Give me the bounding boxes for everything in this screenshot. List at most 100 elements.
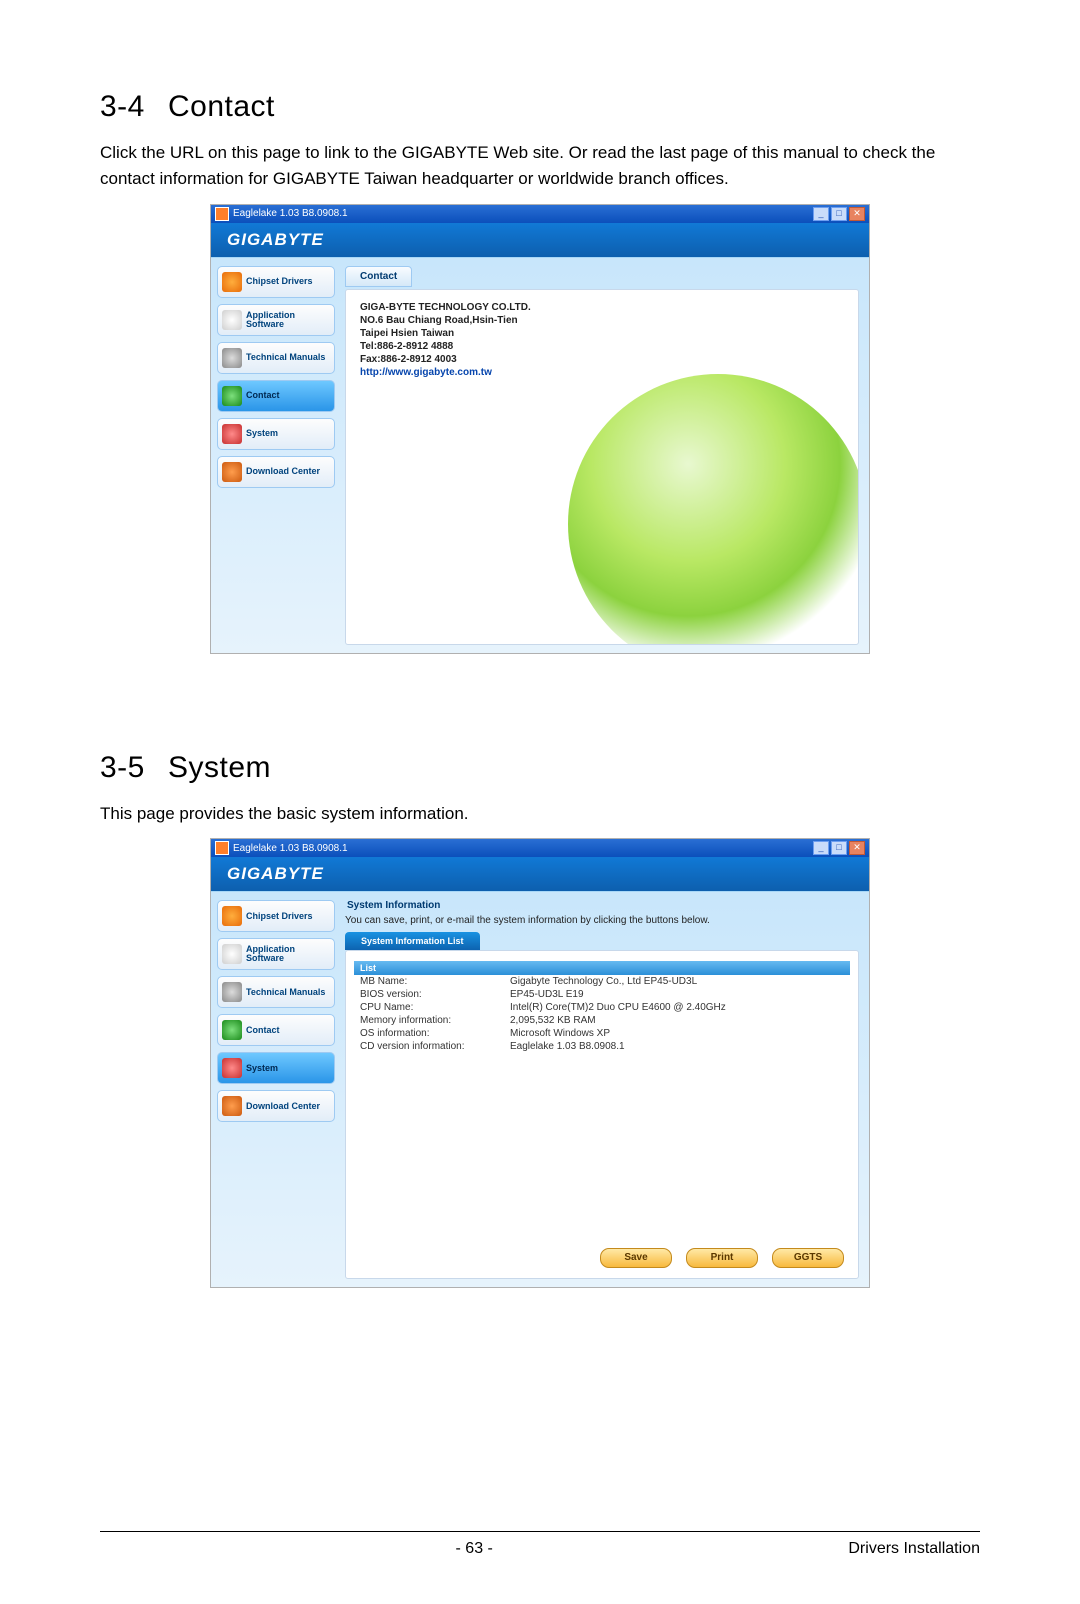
- system-icon: [222, 1058, 242, 1078]
- close-button[interactable]: ✕: [849, 207, 865, 221]
- ggts-button[interactable]: GGTS: [772, 1248, 844, 1268]
- tab-system-info-list[interactable]: System Information List: [345, 932, 480, 950]
- row-value: Intel(R) Core(TM)2 Duo CPU E4600 @ 2.40G…: [510, 1002, 726, 1013]
- brand-text: GIGABYTE: [227, 864, 324, 884]
- contact-tel: Tel:886-2-8912 4888: [360, 341, 844, 352]
- nav-label: Chipset Drivers: [246, 912, 313, 921]
- section-number: 3-5: [100, 751, 168, 785]
- row-key: MB Name:: [360, 976, 510, 987]
- nav-label: Technical Manuals: [246, 988, 325, 997]
- contact-fax: Fax:886-2-8912 4003: [360, 354, 844, 365]
- window-titlebar: Eaglelake 1.03 B8.0908.1 _ □ ✕: [211, 839, 869, 857]
- sidebar-item-application[interactable]: Application Software: [217, 938, 335, 970]
- footer-rule: [100, 1531, 980, 1532]
- brand-banner: GIGABYTE: [211, 223, 869, 257]
- row-value: Eaglelake 1.03 B8.0908.1: [510, 1041, 625, 1052]
- grid-header: List: [354, 961, 850, 975]
- row-key: BIOS version:: [360, 989, 510, 1000]
- contact-address2: Taipei Hsien Taiwan: [360, 328, 844, 339]
- nav-label: Download Center: [246, 1102, 320, 1111]
- nav-label: Technical Manuals: [246, 353, 325, 362]
- sidebar-item-chipset[interactable]: Chipset Drivers: [217, 900, 335, 932]
- brand-banner: GIGABYTE: [211, 857, 869, 891]
- table-row: OS information:Microsoft Windows XP: [354, 1027, 850, 1040]
- section-heading-contact: 3-4Contact: [100, 90, 980, 124]
- save-button[interactable]: Save: [600, 1248, 672, 1268]
- section-title: System: [168, 751, 271, 784]
- application-icon: [222, 944, 242, 964]
- table-row: CD version information:Eaglelake 1.03 B8…: [354, 1040, 850, 1053]
- manuals-icon: [222, 982, 242, 1002]
- system-info-desc: You can save, print, or e-mail the syste…: [345, 915, 859, 926]
- row-value: Microsoft Windows XP: [510, 1028, 610, 1039]
- row-key: Memory information:: [360, 1015, 510, 1026]
- minimize-button[interactable]: _: [813, 207, 829, 221]
- sidebar-item-download[interactable]: Download Center: [217, 456, 335, 488]
- window-titlebar: Eaglelake 1.03 B8.0908.1 _ □ ✕: [211, 205, 869, 223]
- row-value: EP45-UD3L E19: [510, 989, 584, 1000]
- close-button[interactable]: ✕: [849, 841, 865, 855]
- system-icon: [222, 424, 242, 444]
- nav-label: Contact: [246, 391, 280, 400]
- nav-label: System: [246, 429, 278, 438]
- system-panel: List MB Name:Gigabyte Technology Co., Lt…: [345, 950, 859, 1279]
- screenshot-contact: Eaglelake 1.03 B8.0908.1 _ □ ✕ GIGABYTE …: [211, 205, 869, 653]
- table-row: Memory information:2,095,532 KB RAM: [354, 1014, 850, 1027]
- sidebar-item-technical[interactable]: Technical Manuals: [217, 976, 335, 1008]
- sidebar-item-technical[interactable]: Technical Manuals: [217, 342, 335, 374]
- sidebar: Chipset Drivers Application Software Tec…: [211, 892, 341, 1287]
- table-row: BIOS version:EP45-UD3L E19: [354, 988, 850, 1001]
- row-key: OS information:: [360, 1028, 510, 1039]
- row-key: CD version information:: [360, 1041, 510, 1052]
- nav-label: Contact: [246, 1026, 280, 1035]
- chipset-icon: [222, 272, 242, 292]
- app-icon: [215, 841, 229, 855]
- section-heading-system: 3-5System: [100, 751, 980, 785]
- row-value: Gigabyte Technology Co., Ltd EP45-UD3L: [510, 976, 697, 987]
- sidebar-item-chipset[interactable]: Chipset Drivers: [217, 266, 335, 298]
- screenshot-system: Eaglelake 1.03 B8.0908.1 _ □ ✕ GIGABYTE …: [211, 839, 869, 1287]
- footer-section: Drivers Installation: [848, 1540, 980, 1558]
- manuals-icon: [222, 348, 242, 368]
- sidebar-item-system[interactable]: System: [217, 418, 335, 450]
- app-icon: [215, 207, 229, 221]
- nav-label: Chipset Drivers: [246, 277, 313, 286]
- maximize-button[interactable]: □: [831, 841, 847, 855]
- globe-icon: [222, 386, 242, 406]
- sidebar-item-system[interactable]: System: [217, 1052, 335, 1084]
- download-icon: [222, 462, 242, 482]
- contact-company: GIGA-BYTE TECHNOLOGY CO.LTD.: [360, 302, 844, 313]
- chipset-icon: [222, 906, 242, 926]
- nav-label: Application Software: [246, 311, 330, 329]
- section-number: 3-4: [100, 90, 168, 124]
- brand-text: GIGABYTE: [227, 230, 324, 250]
- sidebar-item-contact[interactable]: Contact: [217, 380, 335, 412]
- sidebar-item-contact[interactable]: Contact: [217, 1014, 335, 1046]
- download-icon: [222, 1096, 242, 1116]
- section-body-system: This page provides the basic system info…: [100, 801, 980, 827]
- row-value: 2,095,532 KB RAM: [510, 1015, 596, 1026]
- sidebar-item-download[interactable]: Download Center: [217, 1090, 335, 1122]
- sidebar: Chipset Drivers Application Software Tec…: [211, 258, 341, 653]
- contact-panel: GIGA-BYTE TECHNOLOGY CO.LTD. NO.6 Bau Ch…: [345, 289, 859, 645]
- system-info-heading: System Information: [347, 900, 859, 911]
- globe-icon: [222, 1020, 242, 1040]
- maximize-button[interactable]: □: [831, 207, 847, 221]
- window-title: Eaglelake 1.03 B8.0908.1: [233, 843, 348, 854]
- nav-label: Download Center: [246, 467, 320, 476]
- globe-graphic: [568, 374, 859, 645]
- nav-label: System: [246, 1064, 278, 1073]
- contact-address1: NO.6 Bau Chiang Road,Hsin-Tien: [360, 315, 844, 326]
- application-icon: [222, 310, 242, 330]
- page-footer: - 63 - Drivers Installation: [100, 1540, 980, 1558]
- table-row: CPU Name:Intel(R) Core(TM)2 Duo CPU E460…: [354, 1001, 850, 1014]
- table-row: MB Name:Gigabyte Technology Co., Ltd EP4…: [354, 975, 850, 988]
- contact-url[interactable]: http://www.gigabyte.com.tw: [360, 367, 844, 378]
- window-title: Eaglelake 1.03 B8.0908.1: [233, 208, 348, 219]
- minimize-button[interactable]: _: [813, 841, 829, 855]
- section-body-contact: Click the URL on this page to link to th…: [100, 140, 980, 193]
- tab-contact[interactable]: Contact: [345, 266, 412, 287]
- page-number: - 63 -: [456, 1540, 493, 1558]
- print-button[interactable]: Print: [686, 1248, 758, 1268]
- sidebar-item-application[interactable]: Application Software: [217, 304, 335, 336]
